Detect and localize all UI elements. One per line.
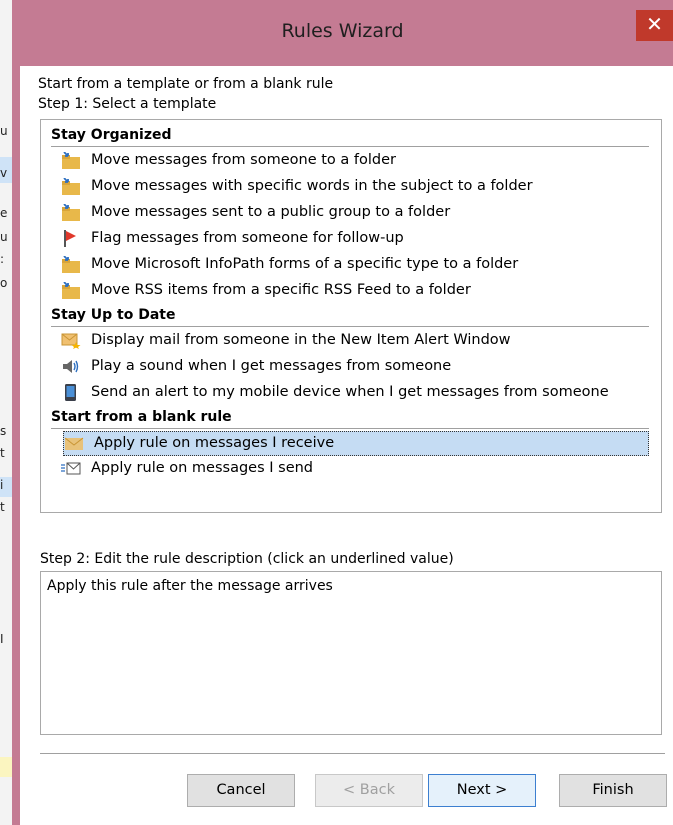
template-item[interactable]: Flag messages from someone for follow-up (61, 227, 649, 250)
template-item-label: Apply rule on messages I send (91, 460, 314, 476)
template-item[interactable]: Move messages sent to a public group to … (61, 201, 649, 224)
template-item-label: Move RSS items from a specific RSS Feed … (91, 282, 471, 298)
background-text: o (0, 276, 8, 290)
receive-envelope-icon (64, 437, 84, 450)
template-item[interactable]: Move messages from someone to a folder (61, 149, 649, 172)
speaker-icon (63, 360, 79, 373)
background-text: : (0, 252, 5, 266)
send-envelope-icon (61, 462, 81, 475)
group-header-stay-organized: Stay Organized (51, 127, 172, 143)
group-divider (51, 428, 649, 429)
group-header-blank-rule: Start from a blank rule (51, 409, 232, 425)
mobile-device-icon (65, 384, 76, 401)
rules-wizard-dialog: Rules Wizard ✕ Start from a template or … (12, 0, 673, 825)
template-item-label: Move messages from someone to a folder (91, 152, 396, 168)
template-item-label: Play a sound when I get messages from so… (91, 358, 452, 374)
new-item-alert-icon (61, 333, 81, 349)
background-text: I (0, 632, 4, 646)
back-button[interactable]: < Back (315, 774, 423, 807)
move-folder-icon (62, 152, 80, 169)
red-flag-icon (64, 230, 76, 247)
template-item[interactable]: Play a sound when I get messages from so… (61, 355, 649, 378)
template-item[interactable]: Display mail from someone in the New Ite… (61, 329, 649, 352)
template-item-label: Apply rule on messages I receive (94, 435, 335, 451)
template-list[interactable]: Stay Organized Move messages from someon… (40, 119, 662, 513)
move-folder-icon (62, 178, 80, 195)
cancel-button[interactable]: Cancel (187, 774, 295, 807)
template-item-label: Send an alert to my mobile device when I… (91, 384, 609, 400)
move-folder-icon (62, 256, 80, 273)
background-text: u (0, 124, 8, 138)
template-item-label: Move messages with specific words in the… (91, 178, 533, 194)
button-separator (40, 753, 665, 754)
rule-description-text: Apply this rule after the message arrive… (47, 578, 333, 594)
move-folder-icon (62, 204, 80, 221)
template-item-selected[interactable]: Apply rule on messages I receive (63, 431, 649, 456)
title-bar[interactable]: Rules Wizard ✕ (12, 0, 673, 66)
template-item-label: Display mail from someone in the New Ite… (91, 332, 511, 348)
template-item[interactable]: Apply rule on messages I send (61, 457, 649, 480)
close-button[interactable]: ✕ (636, 10, 673, 41)
move-folder-icon (62, 282, 80, 299)
group-divider (51, 146, 649, 147)
background-text: e (0, 206, 8, 220)
heading: Start from a template or from a blank ru… (38, 76, 334, 92)
next-button[interactable]: Next > (428, 774, 536, 807)
step1-label: Step 1: Select a template (38, 96, 217, 112)
finish-button[interactable]: Finish (559, 774, 667, 807)
background-text: s (0, 424, 7, 438)
template-item[interactable]: Send an alert to my mobile device when I… (61, 381, 649, 404)
template-item[interactable]: Move Microsoft InfoPath forms of a speci… (61, 253, 649, 276)
template-item-label: Move Microsoft InfoPath forms of a speci… (91, 256, 519, 272)
background-text: v (0, 166, 8, 180)
step2-label: Step 2: Edit the rule description (click… (40, 551, 454, 567)
template-item-label: Move messages sent to a public group to … (91, 204, 451, 220)
template-item[interactable]: Move messages with specific words in the… (61, 175, 649, 198)
background-text: u (0, 230, 8, 244)
window-title: Rules Wizard (281, 20, 404, 42)
group-divider (51, 326, 649, 327)
rule-description-box[interactable]: Apply this rule after the message arrive… (40, 571, 662, 735)
background-text: i (0, 478, 4, 492)
template-item-label: Flag messages from someone for follow-up (91, 230, 404, 246)
background-text: t (0, 500, 5, 514)
group-header-stay-up-to-date: Stay Up to Date (51, 307, 176, 323)
dialog-content: Start from a template or from a blank ru… (20, 66, 673, 825)
background-highlight (0, 757, 12, 777)
background-text: t (0, 446, 5, 460)
template-item[interactable]: Move RSS items from a specific RSS Feed … (61, 279, 649, 302)
